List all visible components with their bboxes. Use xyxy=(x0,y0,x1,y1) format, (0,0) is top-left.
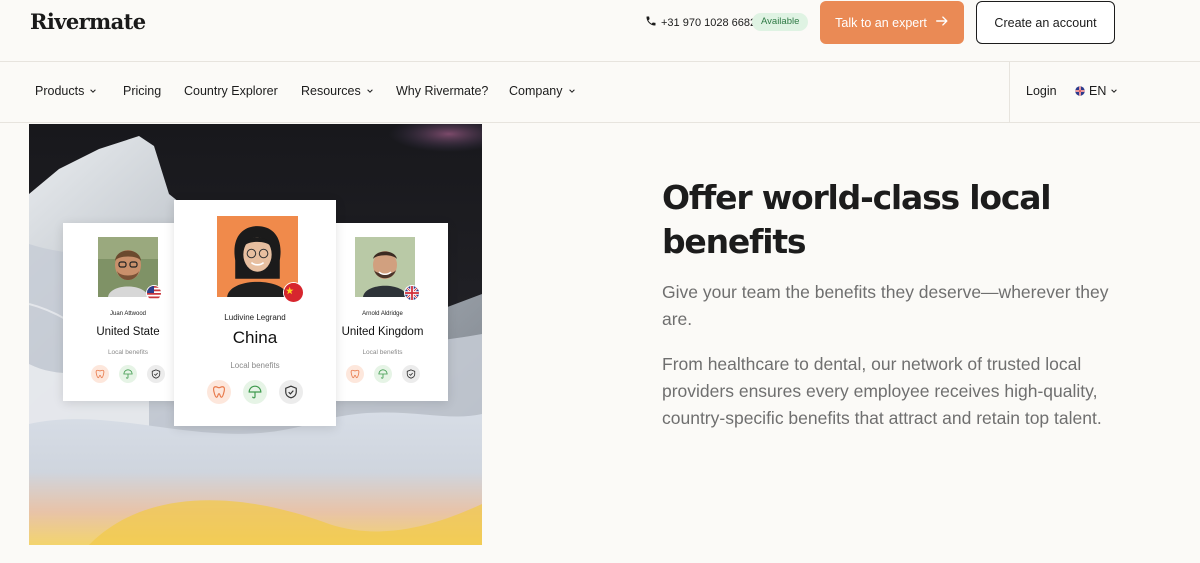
nav-item-why-rivermate[interactable]: Why Rivermate? xyxy=(396,84,488,98)
local-benefits-label: Local benefits xyxy=(230,361,280,370)
section-body: From healthcare to dental, our network o… xyxy=(662,354,1102,428)
nav-item-products[interactable]: Products xyxy=(35,84,97,98)
section-headline: Offer world-class local benefits xyxy=(662,178,1052,261)
nav-item-label: Company xyxy=(509,84,563,98)
shield-check-icon xyxy=(147,365,165,383)
benefits-hero-image: Juan Attwood United State Local benefits xyxy=(29,124,482,545)
section-lead: Give your team the benefits they deserve… xyxy=(662,282,1109,329)
login-link[interactable]: Login xyxy=(1026,84,1057,98)
rivermate-logo[interactable]: Rivermate xyxy=(30,9,146,34)
nav-item-company[interactable]: Company xyxy=(509,84,576,98)
benefit-icons xyxy=(317,365,448,383)
employee-card-china: Ludivine Legrand China Local benefits xyxy=(174,200,336,426)
language-selector[interactable]: EN xyxy=(1075,84,1118,98)
nav-item-label: Resources xyxy=(301,84,361,98)
chevron-down-icon xyxy=(568,89,575,93)
umbrella-icon xyxy=(243,380,267,404)
phone-number: +31 970 1028 6682 xyxy=(661,16,757,29)
employee-card-uk: Arnold Aldridge United Kingdom Local ben… xyxy=(317,223,448,401)
china-flag-icon xyxy=(283,282,304,303)
benefit-icons xyxy=(174,380,336,404)
main-nav: Products Pricing Country Explorer Resour… xyxy=(0,62,1200,123)
nav-item-pricing[interactable]: Pricing xyxy=(123,84,161,98)
talk-to-expert-label: Talk to an expert xyxy=(835,15,927,30)
phone-icon xyxy=(645,15,657,30)
uk-flag-icon xyxy=(1075,86,1085,96)
umbrella-icon xyxy=(373,365,392,383)
nav-item-resources[interactable]: Resources xyxy=(301,84,374,98)
create-account-button[interactable]: Create an account xyxy=(976,1,1115,44)
nav-divider xyxy=(1009,62,1010,122)
employee-name: Arnold Aldridge xyxy=(362,311,403,317)
chevron-down-icon xyxy=(90,89,97,93)
shield-check-icon xyxy=(279,380,303,404)
chevron-down-icon xyxy=(366,89,373,93)
talk-to-expert-button[interactable]: Talk to an expert xyxy=(820,1,964,44)
top-bar: Rivermate +31 970 1028 6682 Available Ta… xyxy=(0,0,1200,62)
tooth-icon xyxy=(91,365,109,383)
language-label: EN xyxy=(1089,84,1107,98)
nav-item-label: Pricing xyxy=(123,84,162,98)
us-flag-icon xyxy=(146,285,162,301)
chevron-down-icon xyxy=(1111,89,1118,93)
employee-country: United Kingdom xyxy=(341,326,424,338)
arrow-right-icon xyxy=(935,14,949,31)
nav-item-country-explorer[interactable]: Country Explorer xyxy=(184,84,278,98)
tooth-icon xyxy=(207,380,231,404)
nav-item-label: Products xyxy=(35,84,85,98)
tooth-icon xyxy=(345,365,364,383)
local-benefits-label: Local benefits xyxy=(362,349,403,356)
phone-contact[interactable]: +31 970 1028 6682 xyxy=(645,15,756,30)
employee-name: Ludivine Legrand xyxy=(224,313,286,322)
umbrella-icon xyxy=(119,365,137,383)
nav-item-label: Why Rivermate? xyxy=(396,84,489,98)
availability-badge: Available xyxy=(752,13,809,31)
login-label: Login xyxy=(1026,84,1057,98)
employee-country: China xyxy=(232,328,278,347)
shield-check-icon xyxy=(401,365,420,383)
uk-flag-icon xyxy=(404,285,420,301)
nav-item-label: Country Explorer xyxy=(184,84,278,98)
